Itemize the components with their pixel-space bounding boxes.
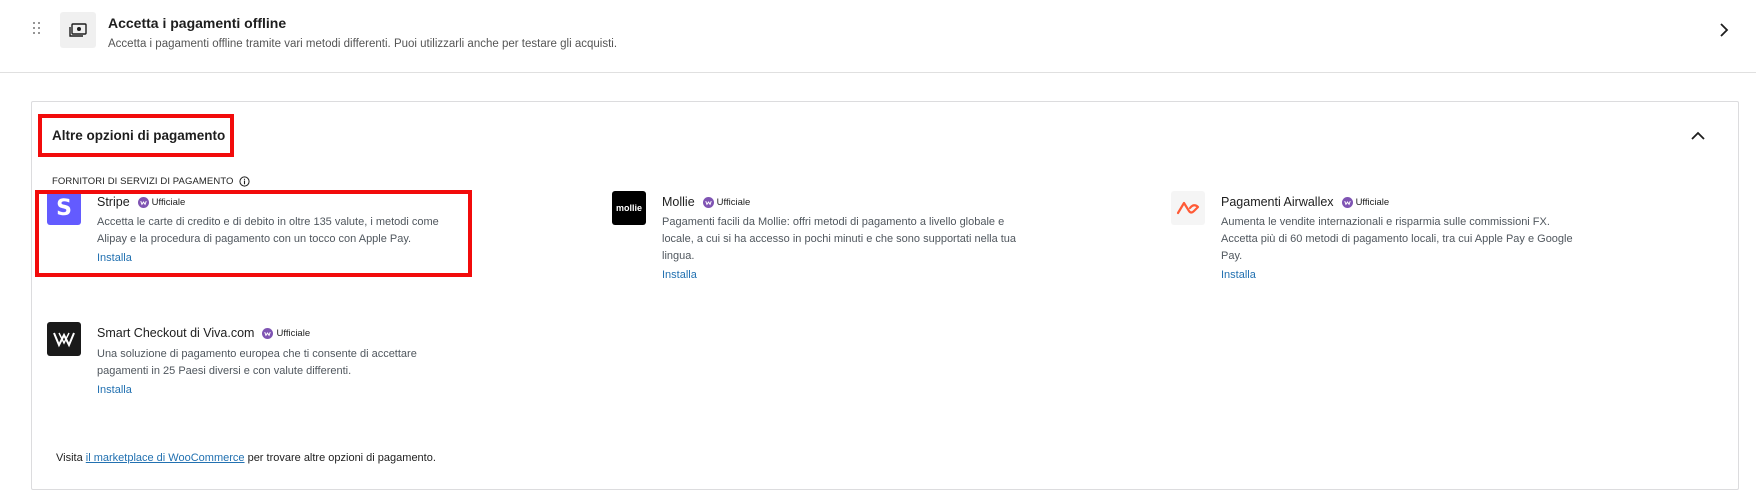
provider-card-viva: Smart Checkout di Viva.com Ufficiale Una… [47, 322, 467, 402]
official-badge: Ufficiale [702, 196, 750, 208]
drag-handle-icon[interactable] [33, 22, 43, 36]
provider-name: Mollie [662, 195, 695, 209]
official-badge: Ufficiale [1341, 196, 1389, 208]
woo-badge-icon [702, 196, 714, 208]
provider-card-mollie: mollie Mollie Ufficiale Pagamenti facili… [612, 191, 1032, 286]
provider-description: Una soluzione di pagamento europea che t… [97, 348, 417, 377]
chevron-right-icon[interactable] [1716, 22, 1732, 38]
other-payment-options-panel: Altre opzioni di pagamento FORNITORI DI … [31, 101, 1739, 490]
cash-icon [60, 12, 96, 48]
mollie-logo-icon: mollie [612, 191, 646, 225]
providers-label: FORNITORI DI SERVIZI DI PAGAMENTO [52, 176, 250, 187]
offline-payments-row[interactable]: Accetta i pagamenti offline Accetta i pa… [0, 0, 1756, 73]
provider-description: Aumenta le vendite internazionali e risp… [1221, 216, 1573, 262]
provider-card-airwallex: Pagamenti Airwallex Ufficiale Aumenta le… [1171, 191, 1591, 286]
woo-badge-icon [1341, 196, 1353, 208]
section-title-highlight [38, 114, 234, 157]
offline-payments-title: Accetta i pagamenti offline [108, 15, 287, 31]
install-link-viva[interactable]: Installa [97, 384, 132, 396]
offline-payments-description: Accetta i pagamenti offline tramite vari… [108, 38, 618, 50]
airwallex-logo-icon [1171, 191, 1205, 225]
marketplace-link[interactable]: il marketplace di WooCommerce [86, 452, 245, 464]
stripe-highlight [35, 190, 472, 277]
info-icon[interactable] [238, 176, 250, 187]
chevron-up-icon[interactable] [1690, 128, 1706, 144]
marketplace-footer: Visita il marketplace di WooCommerce per… [56, 452, 436, 464]
official-badge: Ufficiale [262, 327, 310, 339]
provider-name: Pagamenti Airwallex [1221, 195, 1334, 209]
install-link-airwallex[interactable]: Installa [1221, 269, 1256, 281]
provider-name: Smart Checkout di Viva.com [97, 326, 255, 340]
install-link-mollie[interactable]: Installa [662, 269, 697, 281]
provider-description: Pagamenti facili da Mollie: offri metodi… [662, 216, 1017, 262]
woo-badge-icon [262, 327, 274, 339]
viva-logo-icon [47, 322, 81, 356]
